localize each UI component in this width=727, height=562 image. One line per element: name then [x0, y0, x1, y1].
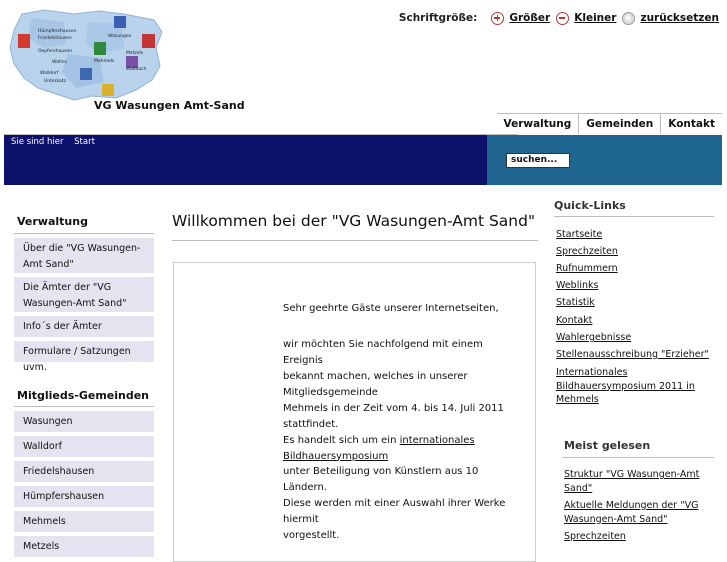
quicklink-kontakt[interactable]: Kontakt [556, 315, 592, 326]
sidebar-item-wasungen[interactable]: Wasungen [14, 411, 154, 432]
map-label: Wasungen [108, 33, 132, 39]
quicklink-statistik[interactable]: Statistik [556, 297, 595, 308]
font-bigger-button[interactable]: Größer [491, 11, 550, 25]
quicklink-item[interactable]: Sprechzeiten [556, 245, 618, 259]
divider [554, 216, 714, 217]
map-label: Hümpfershausen [38, 28, 77, 34]
font-smaller-button[interactable]: Kleiner [556, 11, 616, 25]
meistgelesen-sprechzeiten[interactable]: Sprechzeiten [564, 531, 626, 542]
quicklink-item[interactable]: Kontakt [556, 314, 592, 328]
quicklink-symposium[interactable]: Internationales Bildhauersymposium 2011 … [556, 367, 695, 405]
paragraph: unter Beteiligung von Künstlern aus 10 L… [283, 466, 479, 493]
page-title: Willkommen bei der "VG Wasungen-Amt Sand… [172, 212, 536, 230]
search-input[interactable]: suchen... [506, 153, 570, 168]
quicklink-item[interactable]: Stellenausschreibung "Erzieher" [556, 348, 721, 362]
quicklink-item[interactable]: Wahlergebnisse [556, 331, 631, 345]
map-label: Wallbach [126, 66, 147, 72]
divider [14, 406, 154, 407]
map-label: Metzels [126, 50, 144, 56]
paragraph-text: Es handelt sich um ein [283, 435, 400, 446]
site-title: VG Wasungen Amt-Sand [94, 99, 245, 112]
map-label: Wahns [52, 59, 68, 65]
font-reset-link[interactable]: zurücksetzen [640, 12, 719, 24]
tabs-divider [4, 113, 518, 135]
paragraph: wir möchten Sie nachfolgend mit einem Er… [283, 339, 483, 366]
coat-of-arms-icon [94, 42, 106, 55]
paragraph-symposium: Es handelt sich um ein internationales B… [283, 433, 523, 464]
sidebar-gemeinden-title: Mitglieds-Gemeinden [17, 389, 150, 402]
meistgelesen-title: Meist gelesen [564, 439, 651, 452]
tab-gemeinden[interactable]: Gemeinden [578, 113, 661, 134]
quicklink-sprechzeiten[interactable]: Sprechzeiten [556, 246, 618, 257]
breadcrumb-prefix: Sie sind hier [11, 137, 64, 147]
map-label: Oepfershausen [38, 48, 72, 54]
meistgelesen-item[interactable]: Sprechzeiten [564, 530, 714, 544]
sidebar-item-formulare[interactable]: Formulare / Satzungen uvm. [14, 341, 154, 373]
divider [172, 240, 538, 241]
meistgelesen-struktur[interactable]: Struktur "VG Wasungen-Amt Sand" [564, 469, 699, 494]
minus-icon [556, 11, 570, 25]
coat-of-arms-icon [18, 34, 30, 48]
quicklink-item[interactable]: Weblinks [556, 279, 598, 293]
divider [562, 457, 714, 458]
divider [14, 233, 154, 234]
meistgelesen-item[interactable]: Aktuelle Meldungen der "VG Wasungen-Amt … [564, 499, 714, 526]
sidebar-item-walldorf[interactable]: Walldorf [14, 436, 154, 457]
paragraph: Mehmels in der Zeit vom 4. bis 14. Juli … [283, 403, 504, 430]
font-bigger-link[interactable]: Größer [509, 12, 550, 24]
paragraph: bekannt machen, welches in unserer Mitgl… [283, 371, 468, 398]
quicklink-item[interactable]: Startseite [556, 228, 602, 242]
coat-of-arms-icon [80, 68, 92, 80]
top-nav: Verwaltung Gemeinden Kontakt [496, 113, 722, 134]
sidebar-item-mehmels[interactable]: Mehmels [14, 511, 154, 532]
font-size-label: Schriftgröße: [398, 12, 478, 24]
meistgelesen-item[interactable]: Struktur "VG Wasungen-Amt Sand" [564, 468, 714, 495]
breadcrumb: Sie sind hier Start [11, 137, 103, 147]
sidebar-item-aemter[interactable]: Die Ämter der "VG Wasungen-Amt Sand" [14, 277, 154, 312]
quicklink-item[interactable]: Statistik [556, 296, 595, 310]
plus-icon [491, 11, 505, 25]
map-label: Unterkatz [44, 78, 67, 84]
map-label: Friedelshausen [38, 35, 72, 41]
paragraph: vorgestellt. [283, 530, 340, 541]
paragraph: Diese werden mit einer Auswahl ihrer Wer… [283, 498, 506, 525]
sidebar-item-metzels[interactable]: Metzels [14, 536, 154, 557]
coat-of-arms-icon [102, 84, 114, 96]
header-bar: Sie sind hier Start suchen... [4, 135, 722, 185]
quicklink-stellenausschreibung[interactable]: Stellenausschreibung "Erzieher" [556, 349, 709, 360]
quicklink-weblinks[interactable]: Weblinks [556, 280, 598, 291]
quicklink-startseite[interactable]: Startseite [556, 229, 602, 240]
font-smaller-link[interactable]: Kleiner [574, 12, 616, 24]
quicklink-item[interactable]: Internationales Bildhauersymposium 2011 … [556, 366, 696, 407]
quicklink-item[interactable]: Rufnummern [556, 262, 618, 276]
sidebar-item-huempfershausen[interactable]: Hümpfershausen [14, 486, 154, 507]
sidebar-item-ueber[interactable]: Über die "VG Wasungen-Amt Sand" [14, 238, 154, 273]
region-map: Hümpfershausen Friedelshausen Oepfershau… [9, 9, 163, 101]
breadcrumb-start[interactable]: Start [74, 137, 95, 147]
coat-of-arms-icon [114, 16, 126, 28]
font-reset-button[interactable]: zurücksetzen [622, 11, 719, 25]
quicklinks-title: Quick-Links [554, 199, 626, 212]
map-label: Mehmels [94, 58, 115, 64]
quicklink-wahlergebnisse[interactable]: Wahlergebnisse [556, 332, 631, 343]
sidebar-item-infos[interactable]: Info´s der Ämter [14, 316, 154, 337]
tab-kontakt[interactable]: Kontakt [660, 113, 722, 134]
map-label: Walldorf [40, 70, 59, 76]
quicklink-rufnummern[interactable]: Rufnummern [556, 263, 618, 274]
paragraph-greeting: Sehr geehrte Gäste unserer Internetseite… [283, 303, 499, 314]
sidebar-verwaltung-title: Verwaltung [17, 215, 88, 228]
coat-of-arms-icon [142, 34, 155, 48]
meistgelesen-meldungen[interactable]: Aktuelle Meldungen der "VG Wasungen-Amt … [564, 500, 698, 525]
sidebar-item-friedelshausen[interactable]: Friedelshausen [14, 461, 154, 482]
reset-icon [622, 11, 636, 25]
font-size-controls: Schriftgröße: Größer Kleiner zurücksetze… [399, 10, 719, 26]
tab-verwaltung[interactable]: Verwaltung [496, 113, 579, 134]
